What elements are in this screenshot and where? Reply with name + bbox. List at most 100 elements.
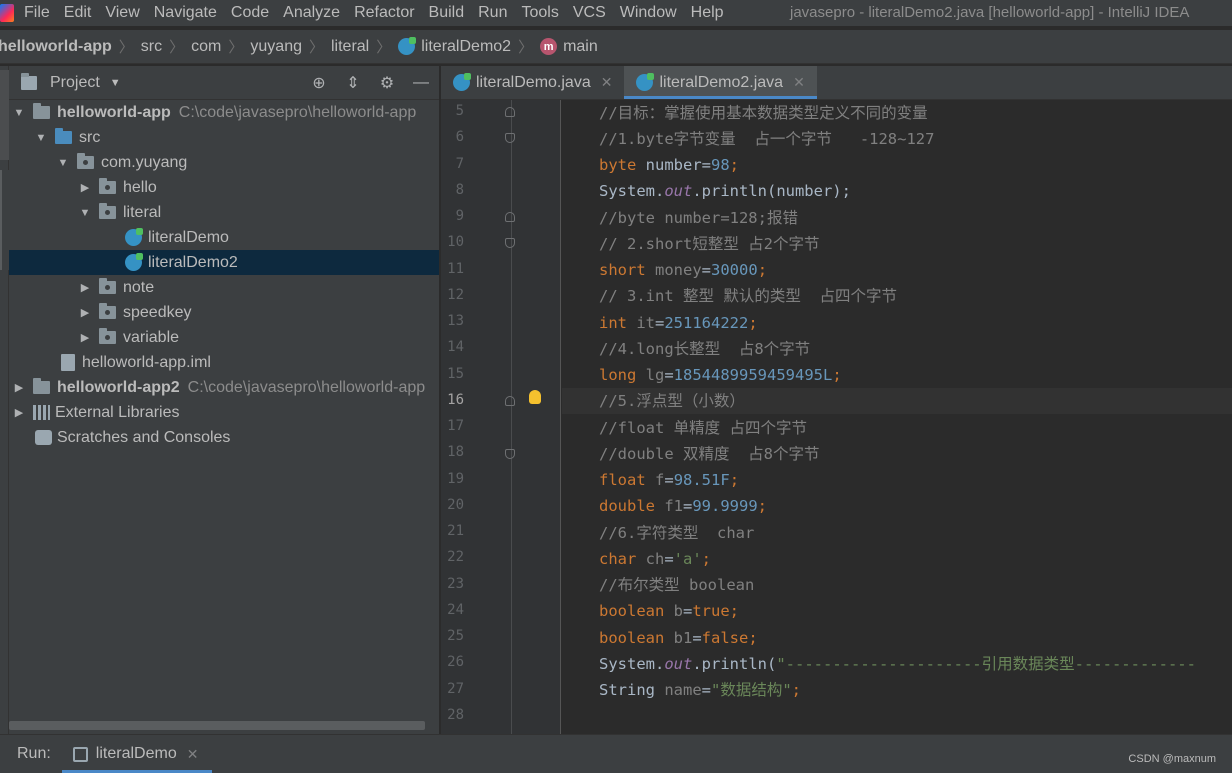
code-line-7: byte number=98; [599,156,739,174]
source-folder-icon [55,128,72,144]
breadcrumb-literal[interactable]: literal [331,38,369,56]
minimize-icon[interactable]: — [411,73,431,93]
tree-item-label: External Libraries [55,403,180,421]
editor-tab-bar: literalDemo.java ✕ literalDemo2.java ✕ [441,66,1232,100]
tab-literaldemo2[interactable]: literalDemo2.java ✕ [624,66,818,99]
project-tool-window-tab[interactable] [0,70,9,160]
expand-arrow-icon[interactable]: ▶ [79,331,91,344]
line-number: 26 [447,654,464,670]
code-line-12: // 3.int 整型 默认的类型 占四个字节 [599,287,897,305]
menu-analyze[interactable]: Analyze [283,4,340,22]
menu-vcs[interactable]: VCS [573,4,606,22]
expand-arrow-icon[interactable]: ▶ [79,181,91,194]
breadcrumb-yuyang[interactable]: yuyang [250,38,302,56]
menu-tools[interactable]: Tools [521,4,558,22]
locate-icon[interactable]: ⊕ [309,73,329,93]
horizontal-scrollbar[interactable] [9,721,425,730]
editor-gutter: 5 6 7 8 9 10 11 12 13 14 15 16 17 18 19 … [441,100,561,734]
code-line-8: System.out.println(number); [599,182,851,200]
breadcrumb-method[interactable]: m main [540,38,598,56]
menu-code[interactable]: Code [231,4,269,22]
watermark: CSDN @maxnum [1128,753,1216,765]
tree-item-speedkey[interactable]: ▶ speedkey [9,300,439,325]
lightbulb-icon[interactable] [529,390,541,404]
tree-item-note[interactable]: ▶ note [9,275,439,300]
tree-item-hello[interactable]: ▶ hello [9,175,439,200]
close-icon[interactable]: ✕ [601,74,613,91]
breadcrumb-separator: 〉 [118,39,134,56]
tree-item-label: literal [123,203,162,221]
menu-window[interactable]: Window [620,4,677,22]
line-number: 17 [447,418,464,434]
fold-marker-icon[interactable] [505,449,515,459]
code-line-18: //double 双精度 占8个字节 [599,445,820,463]
window-title: javasepro - literalDemo2.java [helloworl… [790,4,1190,21]
breadcrumb-separator: 〉 [518,39,534,56]
expand-arrow-icon[interactable]: ▶ [13,381,25,394]
module-folder-icon [33,103,50,119]
tree-item-literal[interactable]: ▼ literal [9,200,439,225]
breadcrumb-file[interactable]: literalDemo2 [398,37,512,56]
breadcrumb-method-label: main [563,37,598,55]
line-number: 11 [447,261,464,277]
menu-refactor[interactable]: Refactor [354,4,414,22]
code-line-20: double f1=99.9999; [599,497,768,515]
menu-edit[interactable]: Edit [64,4,92,22]
project-panel-title[interactable]: Project [50,74,100,92]
expand-arrow-icon[interactable]: ▼ [57,157,69,169]
gear-icon[interactable]: ⚙ [377,73,397,93]
menu-help[interactable]: Help [691,4,724,22]
code-line-10: // 2.short短整型 占2个字节 [599,235,820,253]
tree-item-label: note [123,278,155,296]
line-number: 12 [447,287,464,303]
java-class-icon [398,37,417,55]
menu-file[interactable]: File [24,4,50,22]
code-editor[interactable]: //目标：掌握使用基本数据类型定义不同的变量 //1.byte字节变量 占一个字… [562,100,1232,734]
close-icon[interactable]: ✕ [187,746,199,763]
tab-literaldemo[interactable]: literalDemo.java ✕ [441,66,624,99]
menu-build[interactable]: Build [429,4,465,22]
iml-file-icon [61,354,75,371]
tree-item-variable[interactable]: ▶ variable [9,325,439,350]
breadcrumb-project[interactable]: helloworld-app [0,38,112,56]
tree-item-literaldemo2[interactable]: literalDemo2 [9,250,439,275]
menu-view[interactable]: View [105,4,139,22]
tree-item-com-yuyang[interactable]: ▼ com.yuyang [9,150,439,175]
tree-item-label: hello [123,178,157,196]
expand-arrow-icon[interactable]: ▼ [35,132,47,144]
fold-marker-icon[interactable] [505,107,515,117]
tree-item-iml[interactable]: helloworld-app.iml [9,350,439,375]
tree-item-label: literalDemo2 [148,253,238,271]
line-number: 9 [455,208,464,224]
tree-item-external-libraries[interactable]: ▶ External Libraries [9,400,439,425]
breadcrumb-separator: 〉 [228,39,244,56]
menu-navigate[interactable]: Navigate [154,4,217,22]
structure-tool-window-tab[interactable] [0,170,9,270]
tree-item-literaldemo[interactable]: literalDemo [9,225,439,250]
tree-item-label: Scratches and Consoles [57,428,231,446]
breadcrumb-com[interactable]: com [191,38,221,56]
expand-arrow-icon[interactable]: ▶ [79,306,91,319]
breadcrumb-file-label: literalDemo2 [421,37,512,55]
fold-marker-icon[interactable] [505,396,515,406]
menu-bar: File Edit View Navigate Code Analyze Ref… [0,0,1232,26]
tree-item-src[interactable]: ▼ src [9,125,439,150]
expand-arrow-icon[interactable]: ▶ [79,281,91,294]
fold-marker-icon[interactable] [505,133,515,143]
chevron-down-icon[interactable]: ▼ [110,77,121,89]
breadcrumb-separator: 〉 [308,39,324,56]
tree-item-helloworld-app[interactable]: ▼ helloworld-app C:\code\javasepro\hello… [9,100,439,125]
breadcrumb-src[interactable]: src [141,38,162,56]
expand-arrow-icon[interactable]: ▼ [13,107,25,119]
package-icon [99,303,116,319]
run-tab-literaldemo[interactable]: literalDemo ✕ [72,745,199,763]
fold-marker-icon[interactable] [505,212,515,222]
tree-item-helloworld-app2[interactable]: ▶ helloworld-app2 C:\code\javasepro\hell… [9,375,439,400]
tree-item-scratches[interactable]: Scratches and Consoles [9,425,439,450]
expand-arrow-icon[interactable]: ▼ [79,207,91,219]
close-icon[interactable]: ✕ [793,74,805,91]
collapse-all-icon[interactable]: ⇕ [343,73,363,93]
expand-arrow-icon[interactable]: ▶ [13,406,25,419]
fold-marker-icon[interactable] [505,238,515,248]
menu-run[interactable]: Run [478,4,507,22]
